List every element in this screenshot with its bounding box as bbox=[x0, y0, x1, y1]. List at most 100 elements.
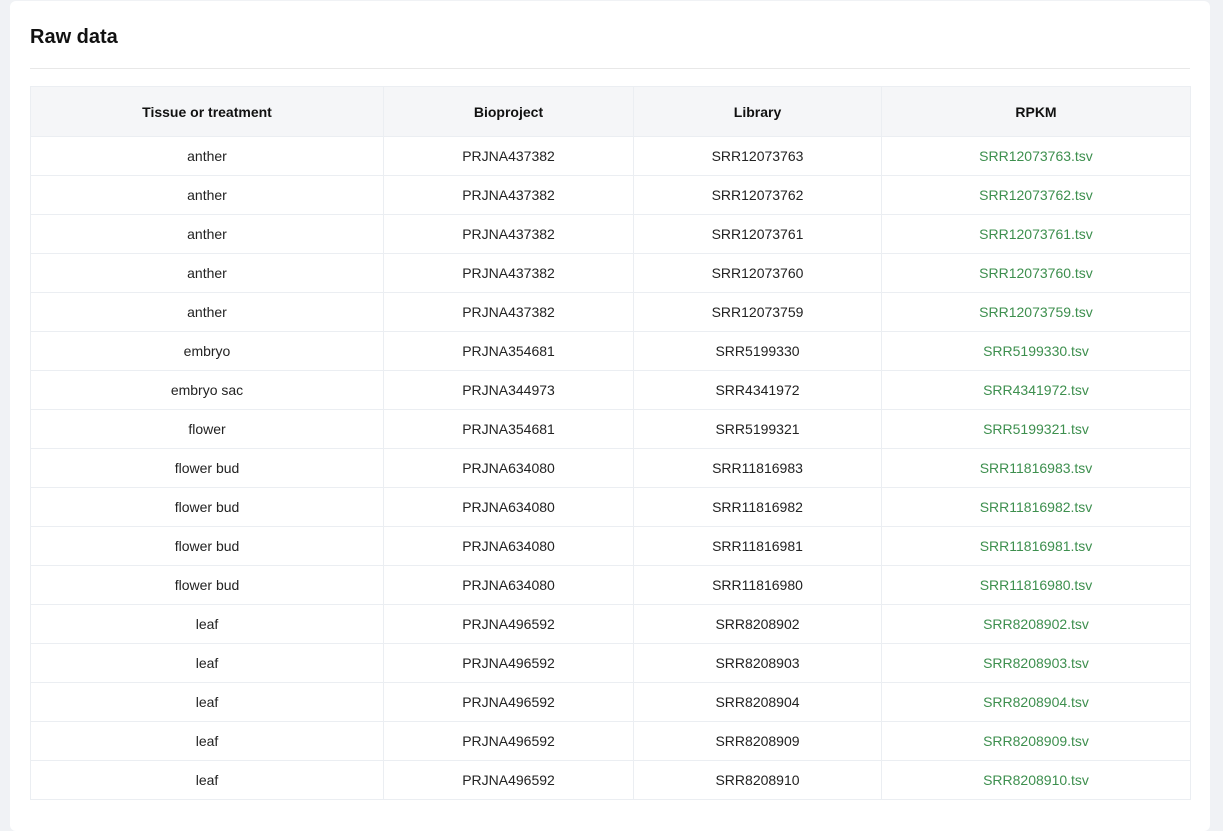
raw-data-table: Tissue or treatment Bioproject Library R… bbox=[30, 86, 1191, 800]
cell-rpkm: SRR12073761.tsv bbox=[881, 214, 1191, 254]
cell-bioproject: PRJNA344973 bbox=[383, 370, 634, 410]
table-row: leaf PRJNA496592 SRR8208909 SRR8208909.tsv bbox=[30, 721, 1191, 761]
cell-rpkm: SRR8208902.tsv bbox=[881, 604, 1191, 644]
cell-tissue: flower bud bbox=[30, 487, 384, 527]
rpkm-download-link[interactable]: SRR5199330.tsv bbox=[983, 343, 1089, 359]
table-body: anther PRJNA437382 SRR12073763 SRR12073763.… bbox=[30, 136, 1191, 800]
cell-tissue: leaf bbox=[30, 643, 384, 683]
cell-bioproject: PRJNA437382 bbox=[383, 253, 634, 293]
cell-bioproject: PRJNA496592 bbox=[383, 604, 634, 644]
cell-rpkm: SRR12073762.tsv bbox=[881, 175, 1191, 215]
cell-tissue: flower bbox=[30, 409, 384, 449]
cell-bioproject: PRJNA437382 bbox=[383, 136, 634, 176]
cell-bioproject: PRJNA634080 bbox=[383, 487, 634, 527]
cell-rpkm: SRR5199321.tsv bbox=[881, 409, 1191, 449]
cell-bioproject: PRJNA634080 bbox=[383, 448, 634, 488]
rpkm-download-link[interactable]: SRR8208910.tsv bbox=[983, 772, 1089, 788]
cell-rpkm: SRR8208903.tsv bbox=[881, 643, 1191, 683]
table-row: embryo sac PRJNA344973 SRR4341972 SRR434197… bbox=[30, 370, 1191, 410]
cell-library: SRR8208910 bbox=[633, 760, 882, 800]
cell-library: SRR11816981 bbox=[633, 526, 882, 566]
column-header-tissue[interactable]: Tissue or treatment bbox=[30, 86, 384, 137]
cell-library: SRR4341972 bbox=[633, 370, 882, 410]
rpkm-download-link[interactable]: SRR5199321.tsv bbox=[983, 421, 1089, 437]
cell-rpkm: SRR8208909.tsv bbox=[881, 721, 1191, 761]
cell-library: SRR11816982 bbox=[633, 487, 882, 527]
cell-library: SRR12073763 bbox=[633, 136, 882, 176]
table-row: flower bud PRJNA634080 SRR11816983 SRR11816… bbox=[30, 448, 1191, 488]
cell-rpkm: SRR12073763.tsv bbox=[881, 136, 1191, 176]
cell-library: SRR11816980 bbox=[633, 565, 882, 605]
cell-bioproject: PRJNA634080 bbox=[383, 526, 634, 566]
cell-bioproject: PRJNA496592 bbox=[383, 682, 634, 722]
table-row: flower PRJNA354681 SRR5199321 SRR5199321.ts… bbox=[30, 409, 1191, 449]
table-row: flower bud PRJNA634080 SRR11816981 SRR11816… bbox=[30, 526, 1191, 566]
cell-bioproject: PRJNA496592 bbox=[383, 721, 634, 761]
cell-rpkm: SRR11816980.tsv bbox=[881, 565, 1191, 605]
table-row: leaf PRJNA496592 SRR8208910 SRR8208910.tsv bbox=[30, 760, 1191, 800]
cell-library: SRR12073760 bbox=[633, 253, 882, 293]
cell-tissue: embryo bbox=[30, 331, 384, 371]
cell-rpkm: SRR5199330.tsv bbox=[881, 331, 1191, 371]
cell-rpkm: SRR12073759.tsv bbox=[881, 292, 1191, 332]
table-row: leaf PRJNA496592 SRR8208904 SRR8208904.tsv bbox=[30, 682, 1191, 722]
rpkm-download-link[interactable]: SRR8208902.tsv bbox=[983, 616, 1089, 632]
cell-library: SRR12073762 bbox=[633, 175, 882, 215]
cell-tissue: flower bud bbox=[30, 565, 384, 605]
rpkm-download-link[interactable]: SRR4341972.tsv bbox=[983, 382, 1089, 398]
column-header-rpkm[interactable]: RPKM bbox=[881, 86, 1191, 137]
raw-data-card: Raw data Tissue or treatment Bioproject … bbox=[10, 1, 1210, 831]
cell-bioproject: PRJNA354681 bbox=[383, 331, 634, 371]
cell-rpkm: SRR11816982.tsv bbox=[881, 487, 1191, 527]
cell-tissue: anther bbox=[30, 253, 384, 293]
cell-bioproject: PRJNA496592 bbox=[383, 643, 634, 683]
column-header-bioproject[interactable]: Bioproject bbox=[383, 86, 634, 137]
cell-library: SRR12073761 bbox=[633, 214, 882, 254]
table-row: flower bud PRJNA634080 SRR11816980 SRR11816… bbox=[30, 565, 1191, 605]
rpkm-download-link[interactable]: SRR8208904.tsv bbox=[983, 694, 1089, 710]
cell-rpkm: SRR8208910.tsv bbox=[881, 760, 1191, 800]
table-row: anther PRJNA437382 SRR12073759 SRR12073759.… bbox=[30, 292, 1191, 332]
table-row: anther PRJNA437382 SRR12073760 SRR12073760.… bbox=[30, 253, 1191, 293]
rpkm-download-link[interactable]: SRR11816981.tsv bbox=[980, 538, 1093, 554]
cell-tissue: flower bud bbox=[30, 526, 384, 566]
cell-tissue: anther bbox=[30, 136, 384, 176]
table-row: flower bud PRJNA634080 SRR11816982 SRR11816… bbox=[30, 487, 1191, 527]
cell-bioproject: PRJNA437382 bbox=[383, 175, 634, 215]
cell-bioproject: PRJNA437382 bbox=[383, 292, 634, 332]
cell-tissue: anther bbox=[30, 175, 384, 215]
cell-tissue: leaf bbox=[30, 604, 384, 644]
table-row: anther PRJNA437382 SRR12073761 SRR12073761.… bbox=[30, 214, 1191, 254]
cell-tissue: leaf bbox=[30, 682, 384, 722]
table-row: leaf PRJNA496592 SRR8208903 SRR8208903.tsv bbox=[30, 643, 1191, 683]
rpkm-download-link[interactable]: SRR12073763.tsv bbox=[979, 148, 1093, 164]
rpkm-download-link[interactable]: SRR12073761.tsv bbox=[979, 226, 1093, 242]
rpkm-download-link[interactable]: SRR8208903.tsv bbox=[983, 655, 1089, 671]
cell-tissue: anther bbox=[30, 214, 384, 254]
column-header-library[interactable]: Library bbox=[633, 86, 882, 137]
cell-library: SRR8208904 bbox=[633, 682, 882, 722]
cell-bioproject: PRJNA437382 bbox=[383, 214, 634, 254]
rpkm-download-link[interactable]: SRR12073762.tsv bbox=[979, 187, 1093, 203]
cell-rpkm: SRR11816981.tsv bbox=[881, 526, 1191, 566]
rpkm-download-link[interactable]: SRR12073759.tsv bbox=[979, 304, 1093, 320]
rpkm-download-link[interactable]: SRR11816980.tsv bbox=[980, 577, 1093, 593]
cell-rpkm: SRR12073760.tsv bbox=[881, 253, 1191, 293]
rpkm-download-link[interactable]: SRR11816983.tsv bbox=[980, 460, 1093, 476]
rpkm-download-link[interactable]: SRR11816982.tsv bbox=[980, 499, 1093, 515]
cell-library: SRR8208909 bbox=[633, 721, 882, 761]
cell-library: SRR5199330 bbox=[633, 331, 882, 371]
cell-rpkm: SRR4341972.tsv bbox=[881, 370, 1191, 410]
table-row: embryo PRJNA354681 SRR5199330 SRR5199330.ts… bbox=[30, 331, 1191, 371]
table-row: anther PRJNA437382 SRR12073762 SRR12073762.… bbox=[30, 175, 1191, 215]
rpkm-download-link[interactable]: SRR8208909.tsv bbox=[983, 733, 1089, 749]
rpkm-download-link[interactable]: SRR12073760.tsv bbox=[979, 265, 1093, 281]
cell-library: SRR12073759 bbox=[633, 292, 882, 332]
cell-rpkm: SRR11816983.tsv bbox=[881, 448, 1191, 488]
cell-library: SRR11816983 bbox=[633, 448, 882, 488]
table-row: leaf PRJNA496592 SRR8208902 SRR8208902.tsv bbox=[30, 604, 1191, 644]
cell-library: SRR5199321 bbox=[633, 409, 882, 449]
table-header-row: Tissue or treatment Bioproject Library R… bbox=[30, 86, 1191, 137]
cell-library: SRR8208902 bbox=[633, 604, 882, 644]
raw-data-table-wrapper: Tissue or treatment Bioproject Library R… bbox=[30, 86, 1191, 800]
